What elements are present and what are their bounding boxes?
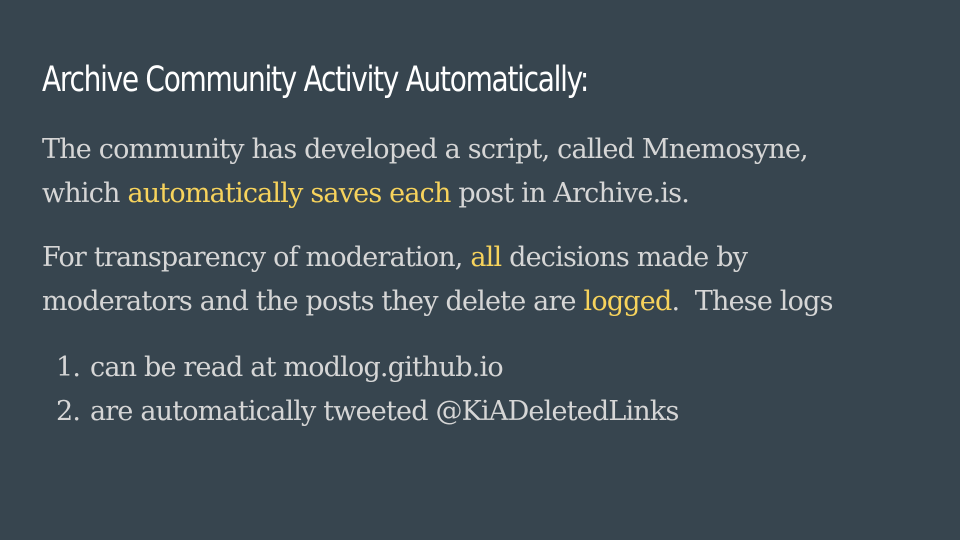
list-item-text: can be read at modlog.github.io xyxy=(90,352,504,383)
paragraph-line: The community has developed a script, ca… xyxy=(42,128,809,172)
logs-list: 1. can be read at modlog.github.io 2. ar… xyxy=(42,346,679,434)
highlighted-text: automatically saves each xyxy=(127,178,451,209)
list-item: 1. can be read at modlog.github.io xyxy=(42,346,679,390)
text-span: moderators and the posts they delete are xyxy=(42,286,584,317)
paragraph-line: For transparency of moderation, all deci… xyxy=(42,236,833,280)
text-span: decisions made by xyxy=(501,242,748,273)
highlighted-text: logged xyxy=(583,286,673,317)
list-number: 1. xyxy=(56,352,81,383)
paragraph-moderation: For transparency of moderation, all deci… xyxy=(42,236,833,324)
paragraph-line: moderators and the posts they delete are… xyxy=(42,280,833,324)
text-span: post in Archive.is. xyxy=(450,178,690,209)
list-item: 2. are automatically tweeted @KiADeleted… xyxy=(42,390,679,434)
list-number: 2. xyxy=(56,396,81,427)
text-span: which xyxy=(42,178,128,209)
highlighted-text: all xyxy=(470,242,502,273)
text-span: The community has developed a script, ca… xyxy=(42,134,809,165)
text-span: . These logs xyxy=(671,286,833,317)
slide-title: Archive Community Activity Automatically… xyxy=(42,60,589,100)
list-item-text: are automatically tweeted @KiADeletedLin… xyxy=(90,396,679,427)
text-span: For transparency of moderation, xyxy=(42,242,471,273)
slide: Archive Community Activity Automatically… xyxy=(0,0,960,540)
paragraph-mnemosyne: The community has developed a script, ca… xyxy=(42,128,809,216)
paragraph-line: which automatically saves each post in A… xyxy=(42,172,808,216)
